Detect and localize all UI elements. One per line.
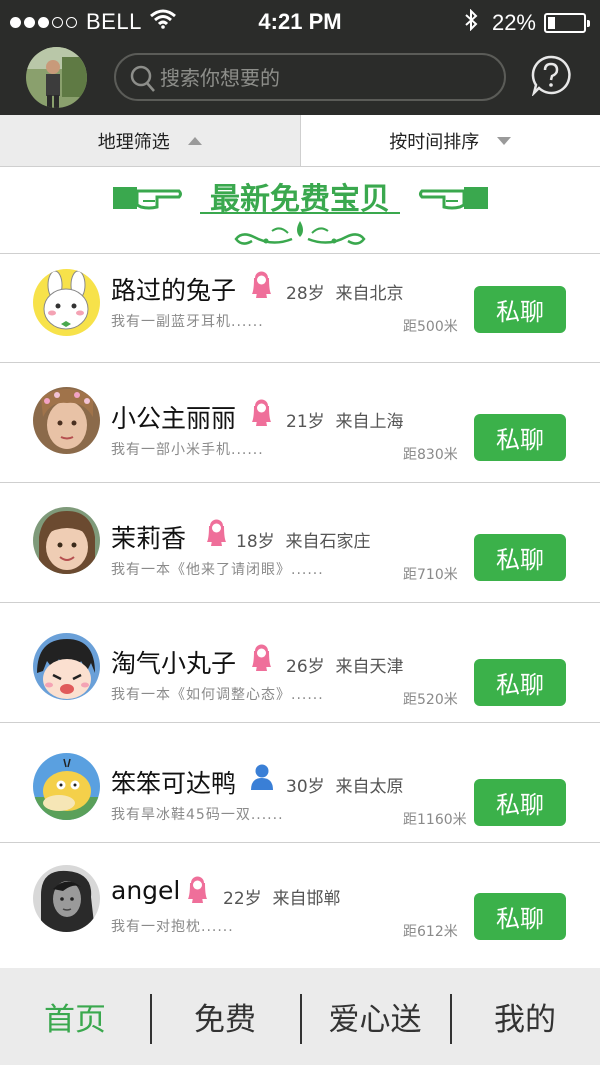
list-item[interactable]: angel 22岁 来自邯郸 我有一对抱枕...... 距612米 私聊 (0, 843, 600, 965)
list-item[interactable]: 淘气小丸子 26岁 来自天津 我有一本《如何调整心态》...... 距520米 … (0, 603, 600, 723)
list-item[interactable]: 小公主丽丽 21岁 来自上海 我有一部小米手机...... 距830米 私聊 (0, 363, 600, 483)
female-icon (186, 875, 209, 907)
user-distance: 距520米 (403, 692, 458, 708)
list-item[interactable]: 路过的兔子 28岁 来自北京 我有一副蓝牙耳机...... 距500米 私聊 (0, 255, 600, 363)
private-chat-button[interactable]: 私聊 (474, 534, 566, 581)
user-meta: 22岁 来自邯郸 (223, 884, 340, 909)
user-meta: 30岁 来自太原 (286, 772, 403, 797)
user-location: 来自上海 (335, 412, 404, 432)
user-name: angel (111, 876, 181, 905)
user-distance: 距710米 (403, 567, 458, 583)
caret-up-icon (187, 136, 202, 145)
user-meta: 21岁 来自上海 (286, 407, 403, 432)
user-age: 26岁 (286, 657, 325, 677)
pointing-hand-left-icon (418, 183, 488, 217)
private-chat-button[interactable]: 私聊 (474, 286, 566, 333)
private-chat-button[interactable]: 私聊 (474, 893, 566, 940)
male-icon (250, 763, 274, 795)
search-icon (130, 65, 155, 92)
user-meta: 26岁 来自天津 (286, 652, 403, 677)
tab-home[interactable]: 首页 (0, 968, 150, 1065)
user-age: 21岁 (286, 412, 325, 432)
avatar[interactable] (33, 387, 100, 454)
tab-mine[interactable]: 我的 (450, 968, 600, 1065)
filter-bar: 地理筛选 按时间排序 (0, 115, 600, 167)
user-list: 路过的兔子 28岁 来自北京 我有一副蓝牙耳机...... 距500米 私聊 小… (0, 255, 600, 965)
battery-fill (548, 17, 555, 29)
user-age: 28岁 (286, 284, 325, 304)
user-description: 我有一本《他来了请闭眼》...... (111, 562, 324, 578)
user-description: 我有一副蓝牙耳机...... (111, 314, 264, 330)
avatar[interactable] (33, 269, 100, 336)
user-location: 来自太原 (335, 777, 404, 797)
female-icon (250, 270, 273, 302)
user-location: 来自石家庄 (285, 532, 371, 552)
female-icon (205, 518, 228, 550)
user-description: 我有一本《如何调整心态》...... (111, 687, 324, 703)
user-distance: 距1160米 (403, 812, 467, 828)
user-meta: 18岁 来自石家庄 (236, 527, 370, 552)
user-location: 来自天津 (335, 657, 404, 677)
female-icon (250, 398, 273, 430)
search-bar[interactable] (114, 53, 506, 101)
user-name: 笨笨可达鸭 (111, 769, 237, 798)
profile-avatar[interactable] (26, 47, 87, 108)
ornament-flourish (232, 217, 368, 253)
user-name: 茉莉香 (111, 524, 187, 553)
user-distance: 距612米 (403, 924, 458, 940)
user-meta: 28岁 来自北京 (286, 279, 403, 304)
user-distance: 距830米 (403, 447, 458, 463)
user-description: 我有一对抱枕...... (111, 919, 234, 935)
list-item[interactable]: 笨笨可达鸭 30岁 来自太原 我有旱冰鞋45码一双...... 距1160米 私… (0, 723, 600, 843)
status-bar: BELL 4:21 PM 22% (0, 0, 600, 44)
bluetooth-icon (464, 8, 478, 37)
pointing-hand-right-icon (113, 183, 183, 217)
sort-filter[interactable]: 按时间排序 (300, 115, 600, 166)
search-input[interactable] (160, 63, 490, 93)
private-chat-button[interactable]: 私聊 (474, 659, 566, 706)
status-right: 22% (464, 8, 590, 37)
help-chat-icon[interactable] (530, 54, 572, 100)
user-name: 小公主丽丽 (111, 404, 237, 433)
bottom-tab-bar: 首页 免费 爱心送 我的 (0, 968, 600, 1065)
private-chat-button[interactable]: 私聊 (474, 414, 566, 461)
list-item[interactable]: 茉莉香 18岁 来自石家庄 我有一本《他来了请闭眼》...... 距710米 私… (0, 483, 600, 603)
avatar[interactable] (33, 507, 100, 574)
user-distance: 距500米 (403, 319, 458, 335)
sort-filter-label: 按时间排序 (389, 131, 480, 153)
user-name: 路过的兔子 (111, 276, 237, 305)
user-location: 来自邯郸 (272, 889, 341, 909)
user-age: 30岁 (286, 777, 325, 797)
female-icon (250, 643, 273, 675)
location-filter[interactable]: 地理筛选 (0, 115, 301, 166)
location-filter-label: 地理筛选 (97, 131, 170, 153)
top-header: BELL 4:21 PM 22% (0, 0, 600, 115)
avatar[interactable] (33, 865, 100, 932)
user-age: 22岁 (223, 889, 262, 909)
tab-free[interactable]: 免费 (150, 968, 300, 1065)
avatar[interactable] (33, 633, 100, 700)
private-chat-button[interactable]: 私聊 (474, 779, 566, 826)
battery-icon (544, 13, 590, 33)
user-description: 我有旱冰鞋45码一双...... (111, 807, 284, 823)
user-age: 18岁 (236, 532, 275, 552)
avatar[interactable] (33, 753, 100, 820)
user-name: 淘气小丸子 (111, 649, 237, 678)
user-description: 我有一部小米手机...... (111, 442, 264, 458)
banner-underline (200, 212, 400, 214)
battery-percent: 22% (491, 10, 536, 35)
tab-love-gift[interactable]: 爱心送 (300, 968, 450, 1065)
user-location: 来自北京 (335, 284, 404, 304)
caret-down-icon (497, 136, 512, 145)
